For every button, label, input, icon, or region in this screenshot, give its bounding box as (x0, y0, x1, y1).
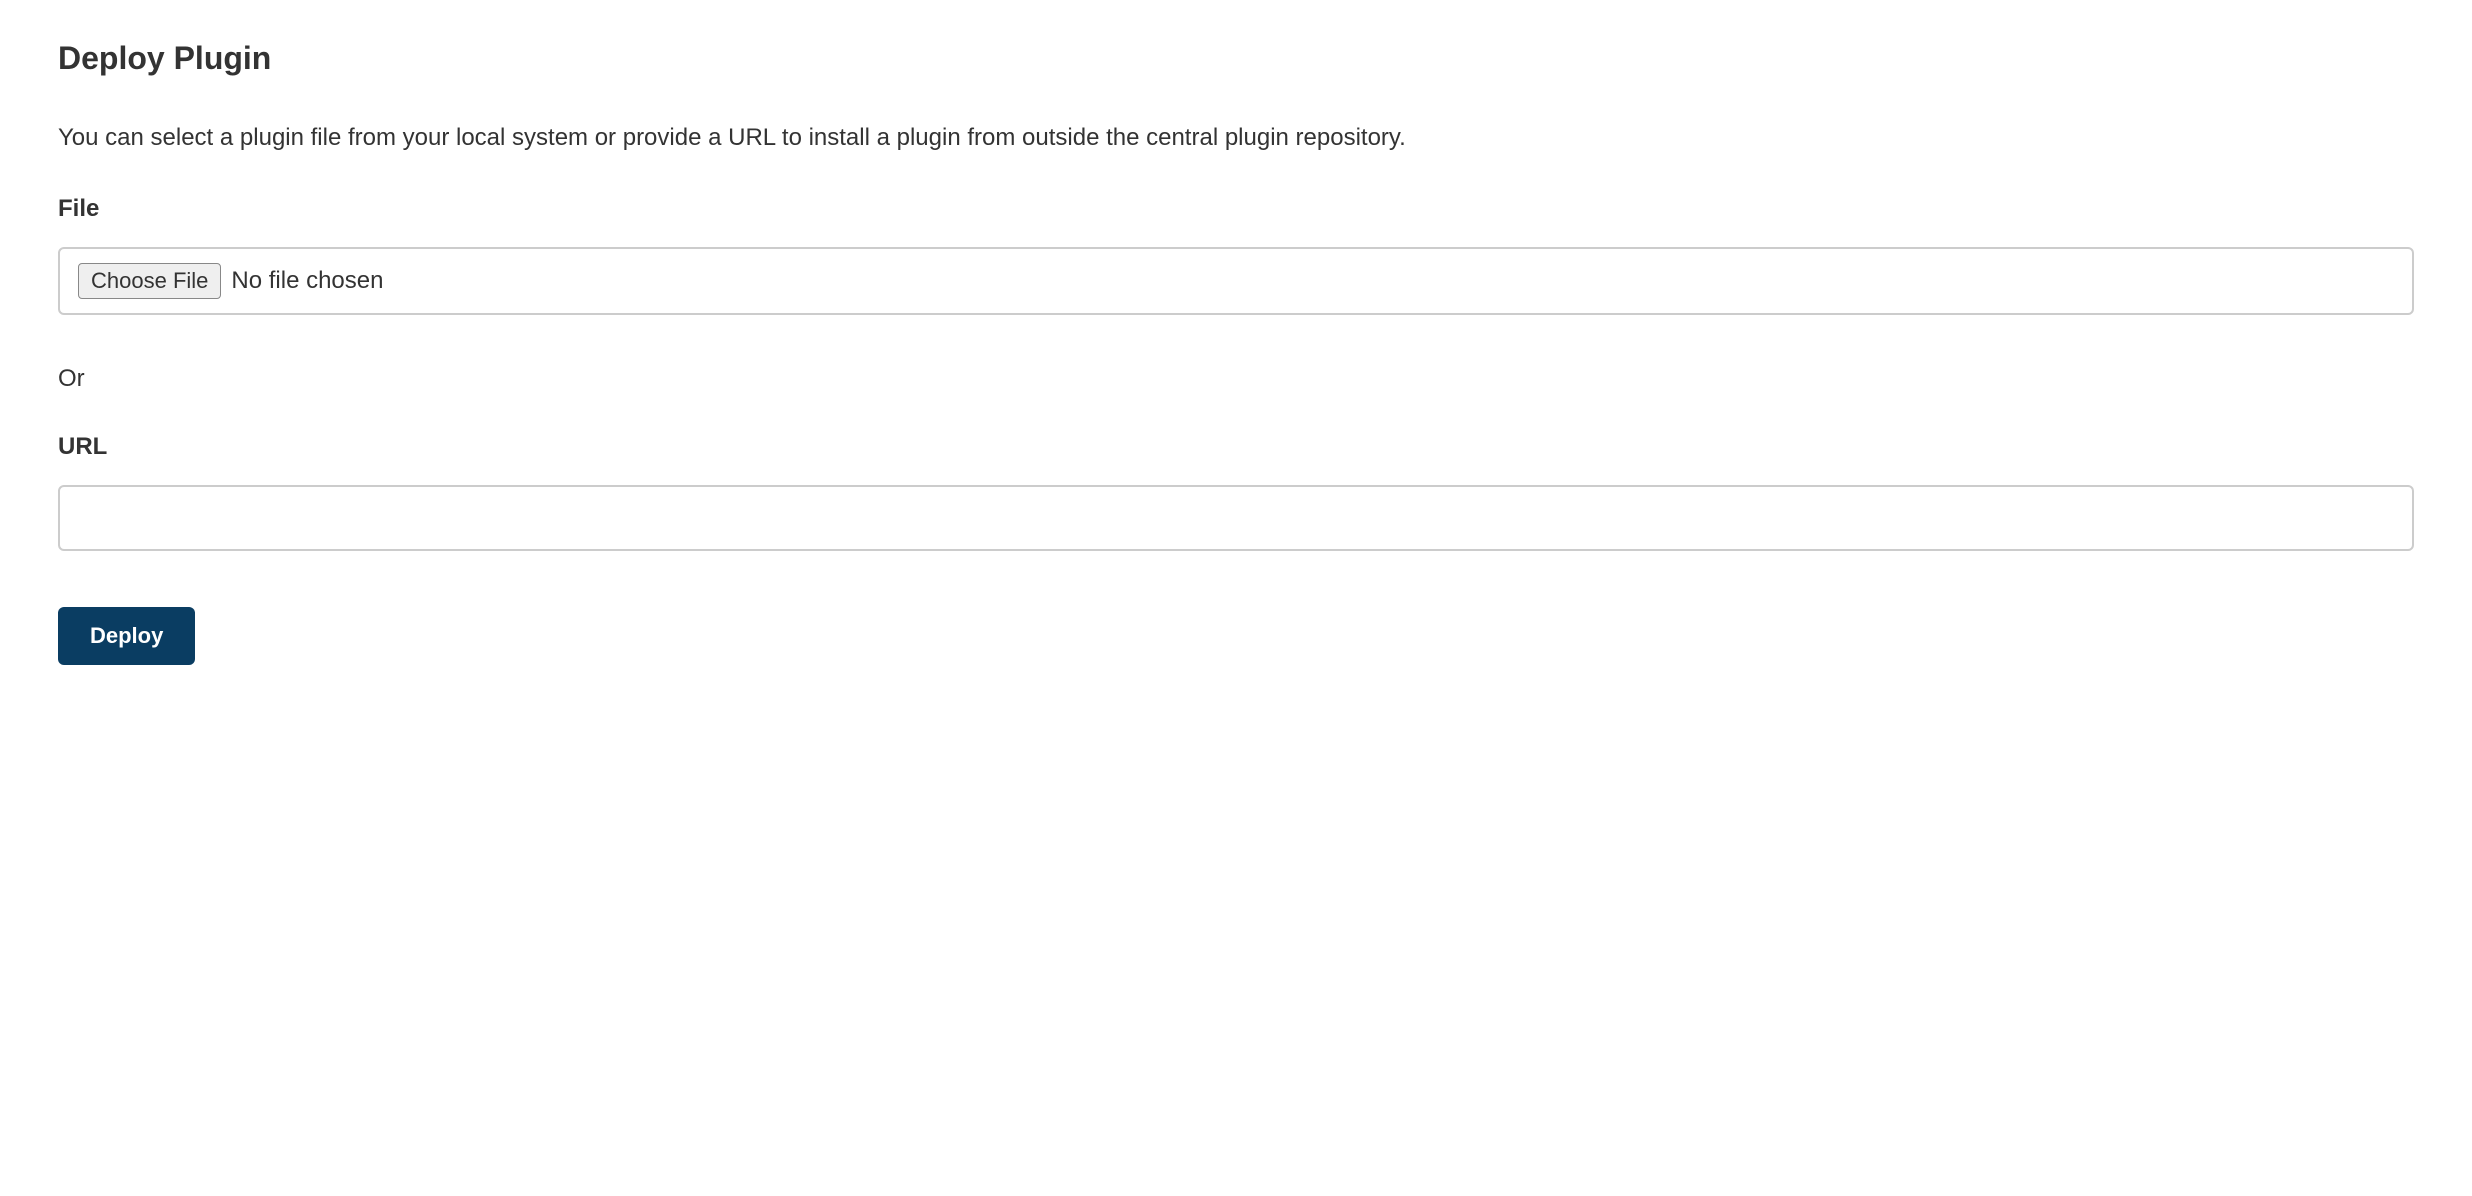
file-input-wrapper[interactable]: Choose File No file chosen (58, 247, 2414, 315)
description-text: You can select a plugin file from your l… (58, 121, 2414, 155)
url-input[interactable] (58, 485, 2414, 551)
choose-file-button[interactable]: Choose File (78, 263, 221, 299)
file-label: File (58, 195, 2414, 223)
url-label: URL (58, 433, 2414, 461)
file-status-text: No file chosen (231, 267, 383, 295)
page-title: Deploy Plugin (58, 40, 2414, 77)
deploy-button[interactable]: Deploy (58, 607, 195, 665)
or-text: Or (58, 365, 2414, 393)
